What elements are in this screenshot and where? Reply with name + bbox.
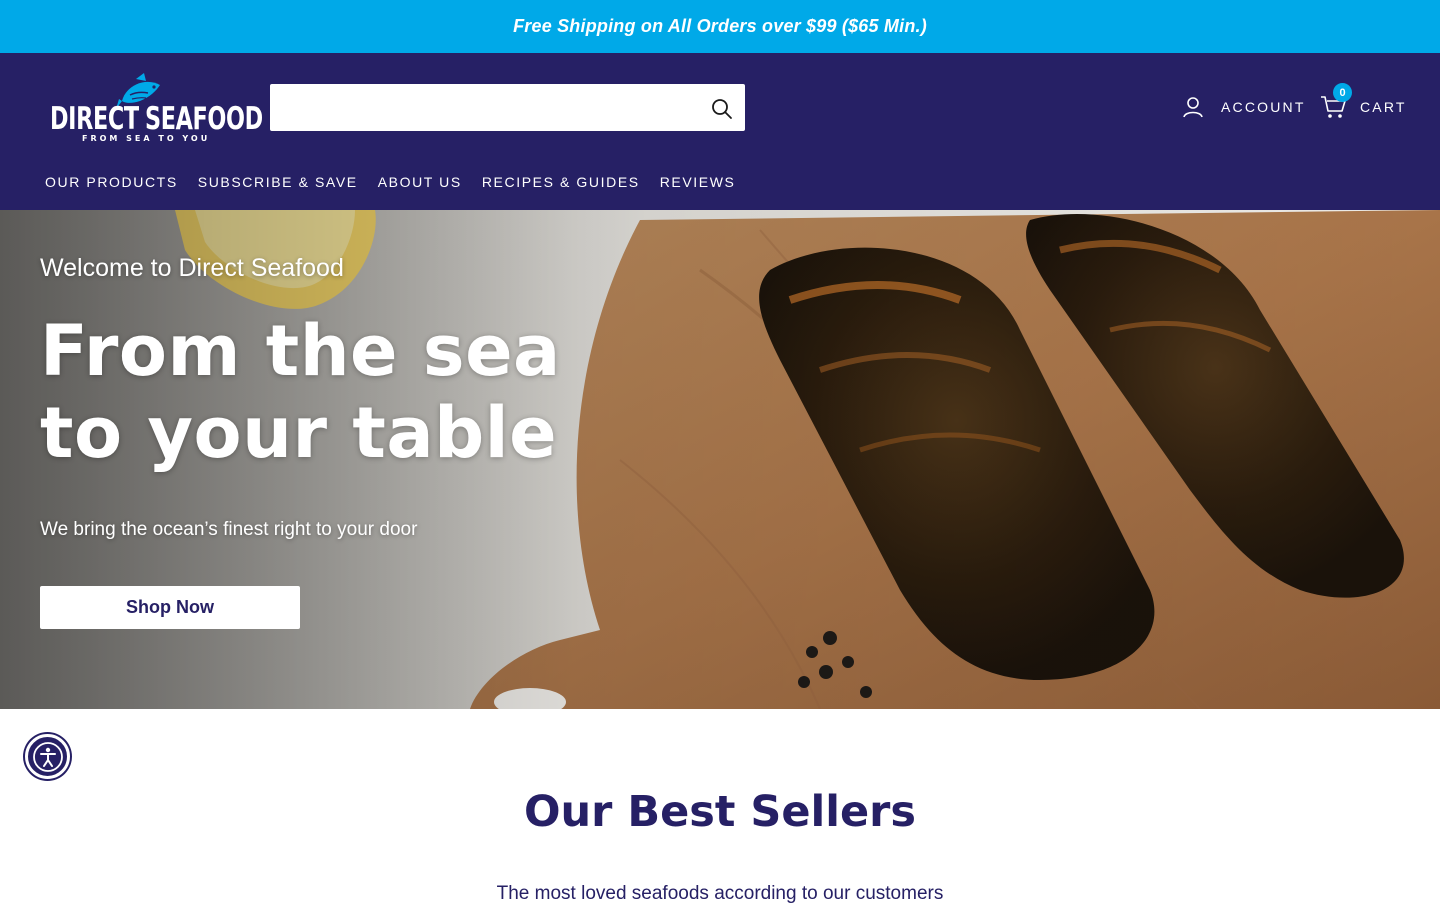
nav-item-subscribe-save[interactable]: SUBSCRIBE & SAVE: [198, 174, 358, 190]
best-sellers-title: Our Best Sellers: [524, 787, 916, 837]
account-label: ACCOUNT: [1221, 99, 1306, 115]
search-icon[interactable]: [711, 98, 733, 120]
account-link[interactable]: ACCOUNT: [1181, 95, 1306, 119]
logo-word-direct: DIRECT: [50, 101, 139, 137]
nav-item-reviews[interactable]: REVIEWS: [660, 174, 736, 190]
site-header: DIRECT SEAFOOD FROM SEA TO YOU ACCOUNT 0…: [0, 53, 1440, 210]
accessibility-icon: [32, 741, 63, 772]
hero-subtitle: We bring the ocean’s finest right to you…: [40, 519, 418, 540]
cart-label: CART: [1360, 99, 1407, 115]
nav-item-about-us[interactable]: ABOUT US: [378, 174, 462, 190]
search-input[interactable]: [270, 84, 700, 131]
hero-eyebrow: Welcome to Direct Seafood: [40, 254, 344, 282]
promo-text: Free Shipping on All Orders over $99 ($6…: [513, 16, 927, 36]
cart-link[interactable]: 0 CART: [1320, 83, 1407, 119]
hero-title-line-1: From the sea: [40, 310, 561, 392]
nav-item-our-products[interactable]: OUR PRODUCTS: [45, 174, 178, 190]
search-box: [270, 84, 745, 131]
cart-icon-wrap: 0: [1320, 83, 1352, 119]
best-sellers-subtitle: The most loved seafoods according to our…: [496, 883, 944, 904]
hero-title: From the sea to your table: [40, 310, 561, 474]
promo-bar: Free Shipping on All Orders over $99 ($6…: [0, 0, 1440, 53]
logo-word-seafood: SEAFOOD: [145, 101, 263, 137]
hero-banner: Welcome to Direct Seafood From the sea t…: [0, 210, 1440, 709]
shop-now-button[interactable]: Shop Now: [40, 586, 300, 629]
accessibility-button[interactable]: [25, 734, 70, 779]
hero-title-line-2: to your table: [40, 392, 558, 474]
main-nav: OUR PRODUCTS SUBSCRIBE & SAVE ABOUT US R…: [45, 174, 755, 190]
person-icon: [1183, 97, 1203, 118]
logo-tagline: FROM SEA TO YOU: [82, 134, 211, 143]
cart-count-badge: 0: [1333, 83, 1352, 102]
logo[interactable]: DIRECT SEAFOOD FROM SEA TO YOU: [50, 71, 263, 145]
nav-item-recipes-guides[interactable]: RECIPES & GUIDES: [482, 174, 640, 190]
